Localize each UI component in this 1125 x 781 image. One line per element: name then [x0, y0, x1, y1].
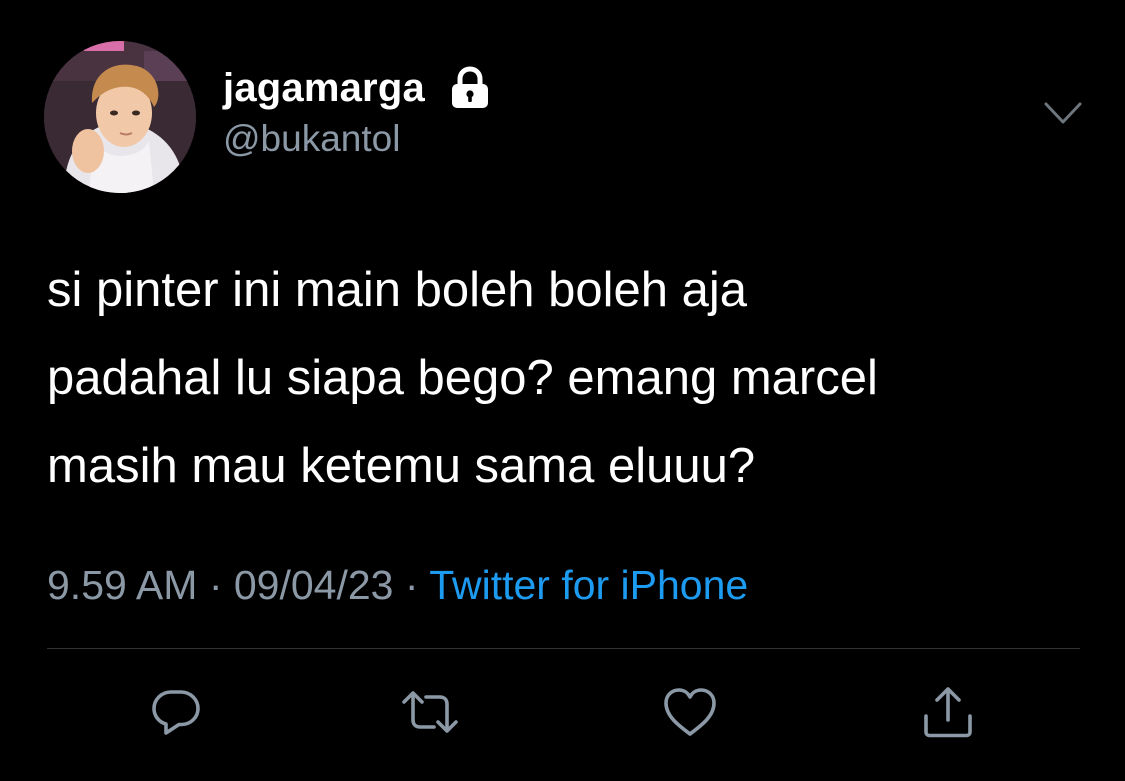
tweet-text: si pinter ini main boleh boleh aja padah…: [47, 246, 1087, 510]
meta-separator: ·: [393, 562, 430, 608]
tweet-line: si pinter ini main boleh boleh aja: [47, 263, 748, 317]
tweet-detail: jagamarga @bukantol si pinter ini main b…: [0, 0, 1125, 781]
share-button[interactable]: [918, 682, 978, 742]
retweet-button[interactable]: [400, 682, 460, 742]
user-handle[interactable]: @bukantol: [223, 118, 400, 160]
display-name-row: jagamarga: [223, 62, 491, 114]
tweet-date[interactable]: 09/04/23: [234, 562, 394, 608]
lock-icon: [451, 66, 488, 108]
heart-icon: [664, 688, 716, 736]
chevron-down-icon[interactable]: [1042, 96, 1084, 132]
tweet-source-link[interactable]: Twitter for iPhone: [429, 562, 748, 608]
tweet-time[interactable]: 9.59 AM: [47, 562, 197, 608]
reply-icon: [152, 690, 200, 735]
tweet-line: padahal lu siapa bego? emang marcel: [47, 351, 878, 405]
retweet-icon: [402, 691, 458, 733]
avatar[interactable]: [44, 41, 196, 193]
profile-photo: [44, 41, 196, 193]
divider: [47, 648, 1080, 649]
display-name[interactable]: jagamarga: [223, 66, 425, 111]
like-button[interactable]: [660, 682, 720, 742]
tweet-meta: 9.59 AM · 09/04/23 · Twitter for iPhone: [47, 562, 748, 609]
reply-button[interactable]: [146, 682, 206, 742]
share-icon: [924, 687, 972, 738]
meta-separator: ·: [197, 562, 234, 608]
tweet-line: masih mau ketemu sama eluuu?: [47, 439, 756, 493]
